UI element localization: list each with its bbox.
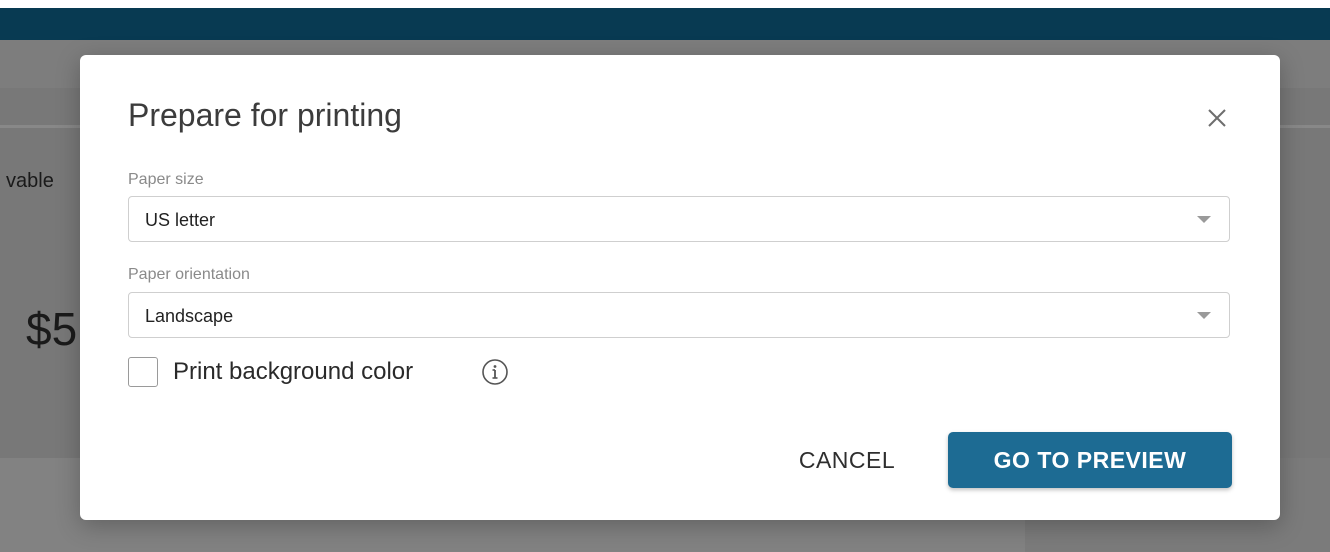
modal-overlay: Prepare for printing Paper size US lette… (0, 0, 1330, 552)
app-window: vable $5 Prepare for printing Paper size… (0, 0, 1330, 552)
paper-size-select[interactable]: US letter (128, 196, 1230, 242)
close-icon (1208, 109, 1226, 127)
cancel-button[interactable]: CANCEL (784, 432, 910, 488)
chevron-down-icon (1197, 216, 1211, 223)
info-icon[interactable] (480, 357, 510, 387)
print-background-checkbox[interactable] (128, 357, 158, 387)
dialog-title: Prepare for printing (128, 97, 402, 133)
paper-size-value: US letter (145, 210, 216, 230)
paper-orientation-label: Paper orientation (128, 266, 250, 283)
paper-orientation-select[interactable]: Landscape (128, 292, 1230, 338)
close-button[interactable] (1200, 101, 1234, 135)
paper-size-label: Paper size (128, 171, 204, 188)
print-background-row: Print background color (128, 355, 528, 387)
print-background-label: Print background color (173, 358, 414, 385)
print-dialog: Prepare for printing Paper size US lette… (80, 55, 1280, 520)
paper-orientation-value: Landscape (145, 306, 234, 326)
go-to-preview-button[interactable]: GO TO PREVIEW (948, 432, 1232, 488)
chevron-down-icon (1197, 312, 1211, 319)
